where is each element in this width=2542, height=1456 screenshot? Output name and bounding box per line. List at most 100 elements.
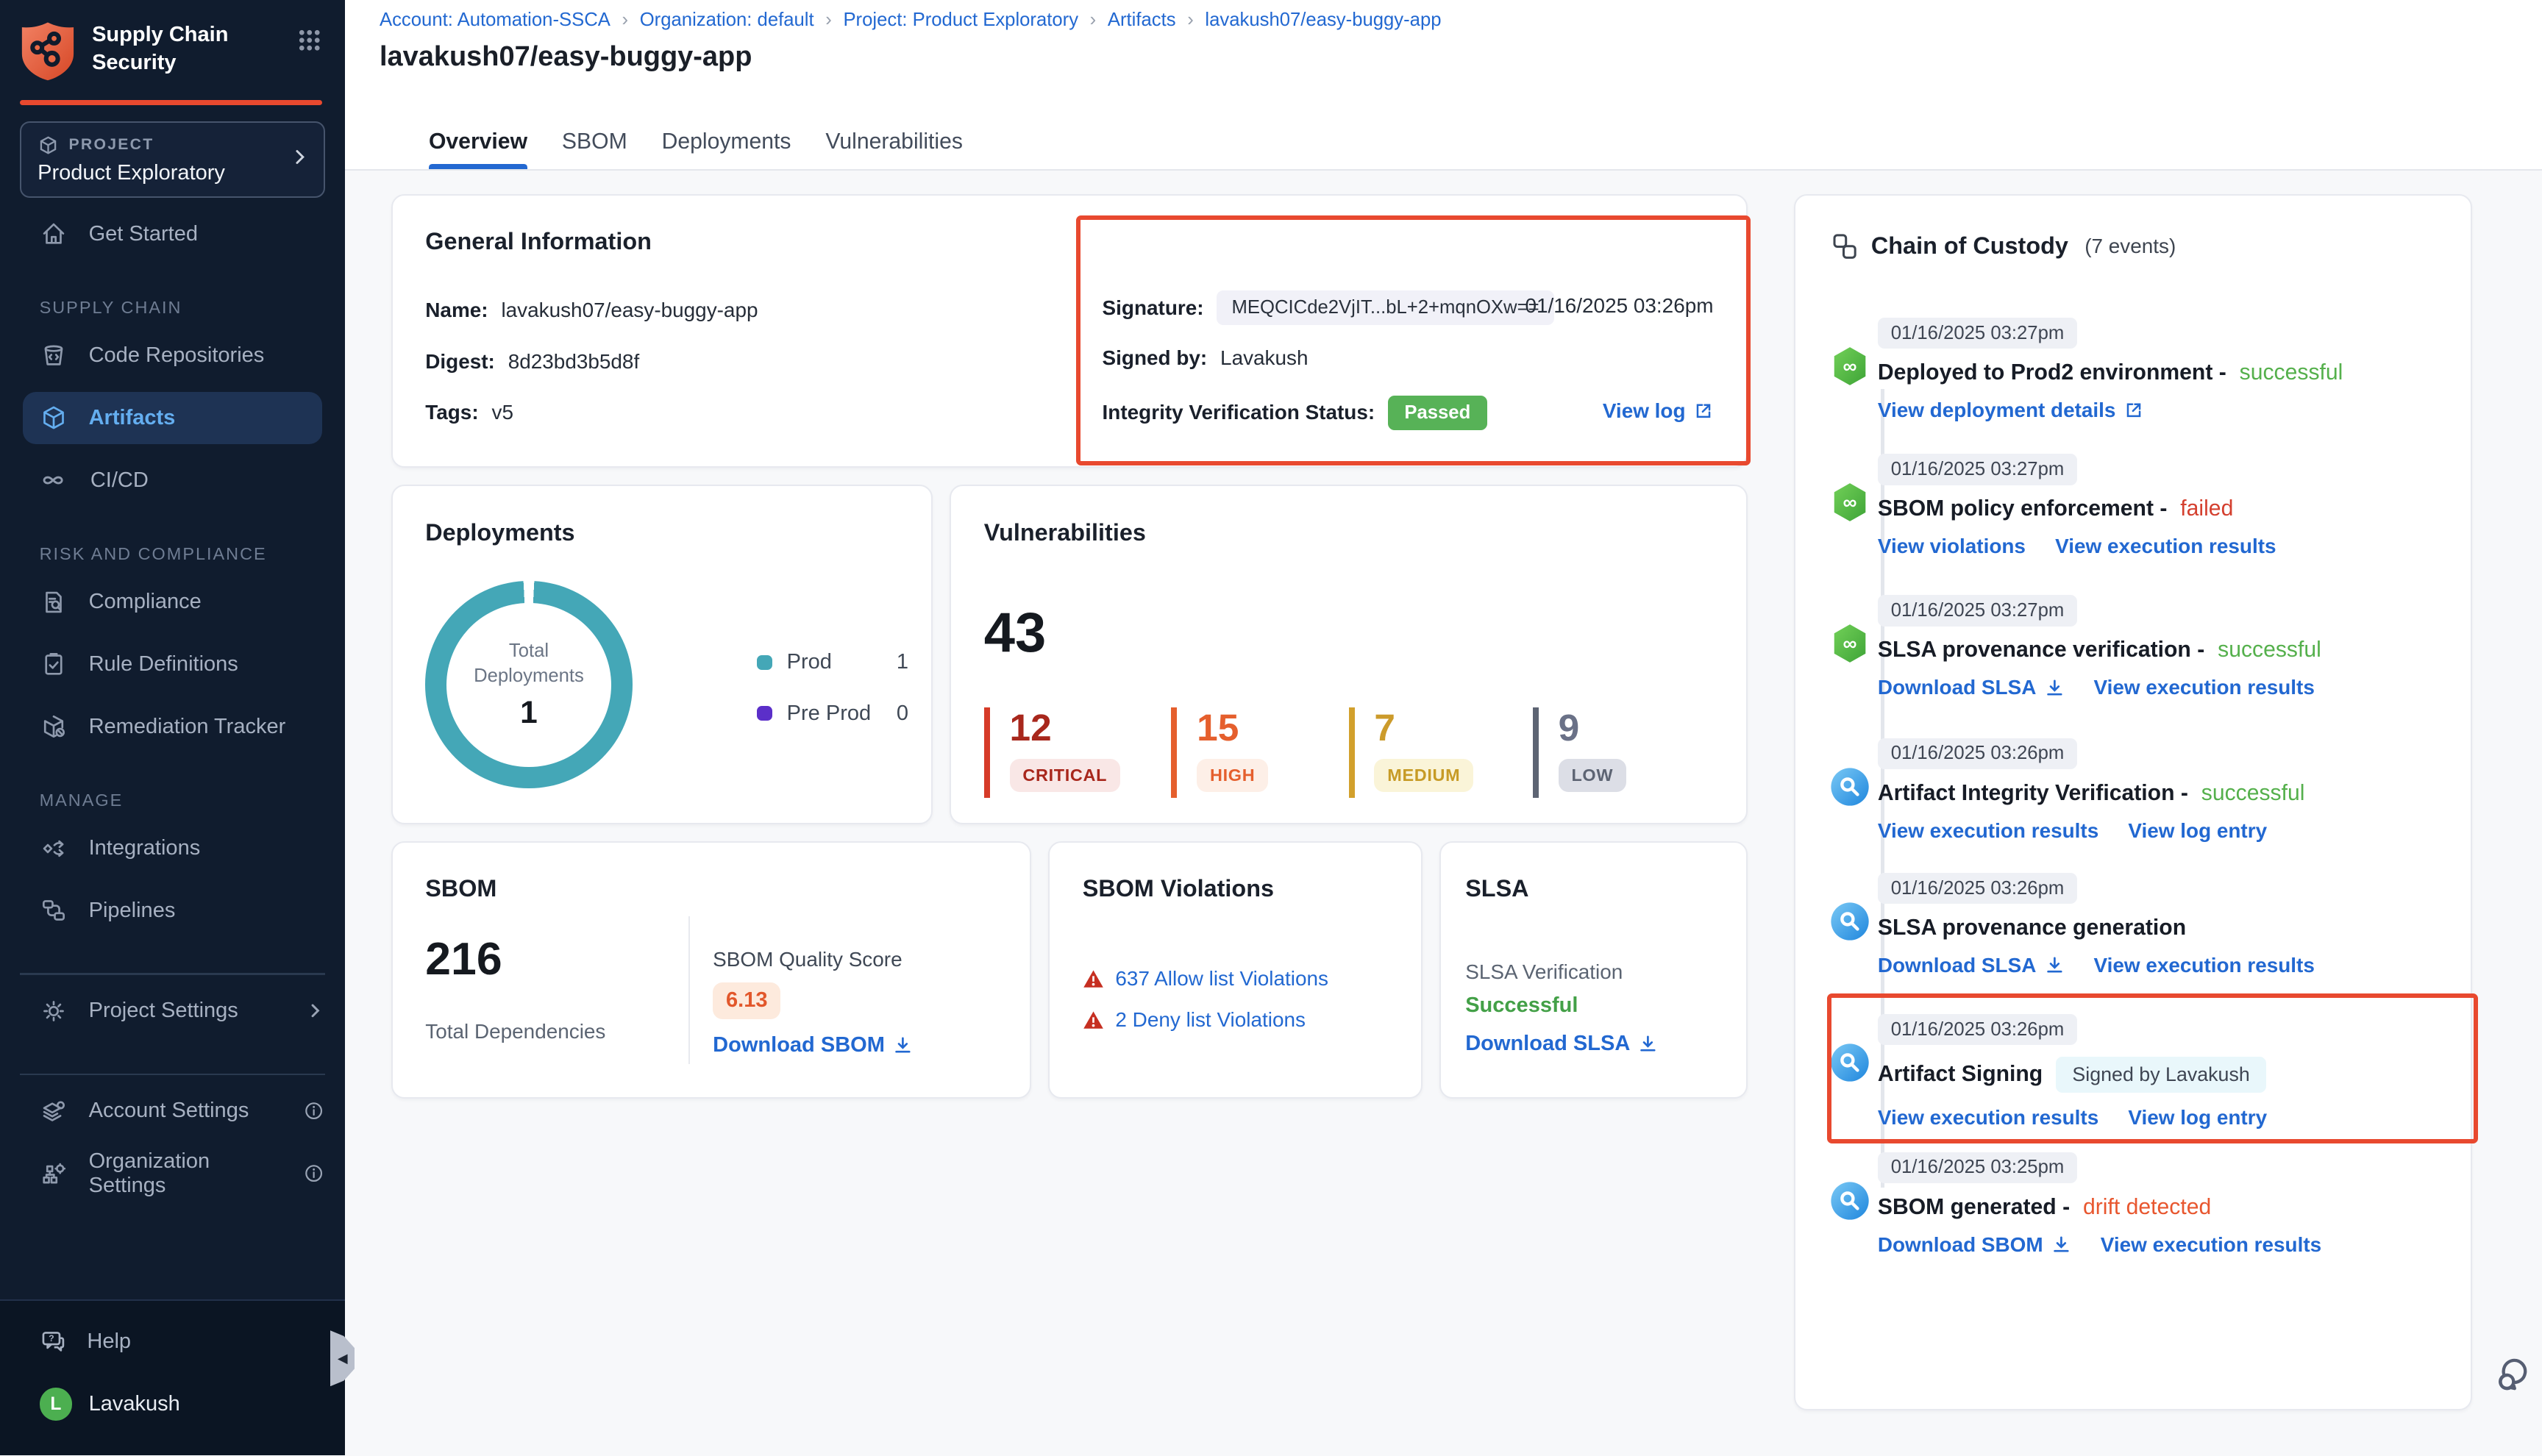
card-title: Deployments — [425, 519, 574, 546]
sidebar-item-label: Organization Settings — [89, 1149, 281, 1198]
event-title-row: Artifact Integrity Verification -success… — [1878, 781, 2448, 806]
breadcrumb-link[interactable]: Artifacts — [1108, 10, 1176, 31]
event-link[interactable]: View execution results — [1878, 1106, 2098, 1130]
sidebar-item-rule-definitions[interactable]: Rule Definitions — [0, 638, 345, 690]
view-log-link[interactable]: View log — [1603, 399, 1714, 423]
severity-badge: CRITICAL — [1010, 759, 1120, 792]
scan-circle-icon — [1829, 766, 1871, 808]
event-link[interactable]: View execution results — [2055, 535, 2276, 558]
tab-bar: Overview SBOM Deployments Vulnerabilities — [345, 105, 2541, 171]
event-title-row: Artifact SigningSigned by Lavakush — [1878, 1057, 2448, 1093]
event-link[interactable]: Download SLSA — [1878, 676, 2064, 699]
breadcrumb-link[interactable]: Organization: default — [640, 10, 814, 31]
sidebar-item-cicd[interactable]: CI/CD — [0, 454, 345, 507]
project-selector[interactable]: PROJECT Product Exploratory — [20, 121, 325, 198]
severity-low: 9LOW — [1533, 707, 1626, 798]
sidebar-item-organization-settings[interactable]: Organization Settings — [0, 1147, 345, 1199]
event-link[interactable]: View violations — [1878, 535, 2026, 558]
download-icon — [2045, 678, 2065, 698]
severity-critical: 12CRITICAL — [984, 707, 1120, 798]
event-link[interactable]: View execution results — [2101, 1233, 2321, 1257]
sidebar-item-integrations[interactable]: Integrations — [0, 822, 345, 874]
breadcrumb-link[interactable]: Project: Product Exploratory — [843, 10, 1078, 31]
severity-high: 15HIGH — [1171, 707, 1268, 798]
name-label: Name: — [425, 299, 488, 322]
sidebar-divider — [20, 973, 325, 974]
user-menu[interactable]: L Lavakush — [0, 1380, 345, 1429]
page-title: lavakush07/easy-buggy-app — [380, 41, 752, 73]
event-link[interactable]: View execution results — [1878, 819, 2098, 843]
help-icon: ? — [40, 1328, 68, 1356]
brand-accent-rule — [20, 100, 322, 105]
event-status: successful — [2240, 360, 2343, 385]
events-count: (7 events) — [2084, 235, 2176, 258]
sidebar-item-artifacts[interactable]: Artifacts — [23, 392, 322, 444]
event-timestamp: 01/16/2025 03:25pm — [1878, 1152, 2077, 1183]
event-5: 01/16/2025 03:26pmSLSA provenance genera… — [1829, 871, 2448, 977]
signed-by-value: Lavakush — [1220, 346, 1308, 370]
sidebar-item-remediation-tracker[interactable]: Remediation Tracker — [0, 701, 345, 753]
project-label: PROJECT — [69, 136, 154, 154]
sidebar-item-account-settings[interactable]: Account Settings — [0, 1085, 345, 1137]
event-status: drift detected — [2083, 1195, 2211, 1220]
event-2: ∞01/16/2025 03:27pmSBOM policy enforceme… — [1829, 452, 2448, 558]
tab-sbom[interactable]: SBOM — [562, 129, 627, 169]
sidebar-item-pipelines[interactable]: Pipelines — [0, 885, 345, 937]
signature-label: Signature: — [1103, 296, 1204, 320]
sidebar-item-label: CI/CD — [90, 468, 149, 493]
event-link[interactable]: View log entry — [2128, 1106, 2267, 1130]
sidebar-item-help[interactable]: ? Help — [0, 1317, 345, 1366]
event-link[interactable]: View execution results — [2094, 954, 2315, 977]
event-links: View violations View execution results — [1878, 535, 2448, 558]
severity-badge: HIGH — [1197, 759, 1268, 792]
violation-item: 637 Allow list Violations — [1083, 967, 1328, 991]
apps-grid-icon[interactable] — [297, 28, 322, 53]
download-slsa-link[interactable]: Download SLSA — [1465, 1032, 1658, 1056]
violation-item: 2 Deny list Violations — [1083, 1008, 1306, 1032]
download-icon — [893, 1035, 913, 1055]
violation-link[interactable]: 2 Deny list Violations — [1115, 1008, 1306, 1032]
sidebar-item-label: Code Repositories — [89, 343, 265, 368]
sbom-total-label: Total Dependencies — [425, 1020, 605, 1043]
download-icon — [2051, 1235, 2071, 1255]
sidebar-item-label: Rule Definitions — [89, 652, 238, 677]
violation-link[interactable]: 637 Allow list Violations — [1115, 967, 1328, 991]
sidebar-footer: ? Help L Lavakush — [0, 1299, 345, 1455]
external-icon — [2124, 400, 2144, 420]
info-icon — [302, 1099, 325, 1122]
download-sbom-link[interactable]: Download SBOM — [713, 1033, 913, 1057]
breadcrumb-link[interactable]: Account: Automation-SSCA — [380, 10, 610, 31]
chat-support-icon[interactable] — [2494, 1352, 2538, 1396]
scan-circle-icon — [1829, 1180, 1871, 1222]
breadcrumb-link[interactable]: lavakush07/easy-buggy-app — [1205, 10, 1441, 31]
deployments-card: Deployments Total Deployments 1 Prod1Pre… — [391, 485, 933, 824]
ci-hexagon-icon: ∞ — [1829, 345, 1871, 388]
sidebar-item-compliance[interactable]: Compliance — [0, 576, 345, 628]
signature-timestamp: 01/16/2025 03:26pm — [1525, 294, 1713, 318]
integrity-label: Integrity Verification Status: — [1103, 401, 1375, 424]
warning-triangle-icon — [1083, 1010, 1104, 1031]
event-link[interactable]: Download SBOM — [1878, 1233, 2071, 1257]
tab-overview[interactable]: Overview — [429, 129, 527, 169]
divider — [688, 916, 690, 1064]
tab-vulnerabilities[interactable]: Vulnerabilities — [825, 129, 963, 169]
nav-section-label: SUPPLY CHAIN — [0, 296, 345, 319]
tab-deployments[interactable]: Deployments — [662, 129, 791, 169]
event-link[interactable]: View log entry — [2128, 819, 2267, 843]
slsa-verification-status: Successful — [1465, 993, 1578, 1018]
project-name: Product Exploratory — [38, 161, 307, 185]
total-deployments-value: 1 — [520, 695, 538, 730]
event-title: Artifact Signing — [1878, 1062, 2043, 1087]
infinity-icon — [40, 465, 69, 495]
card-title: General Information — [425, 228, 652, 255]
info-icon — [302, 1162, 325, 1185]
event-link[interactable]: View execution results — [2094, 676, 2315, 699]
sidebar-item-get-started[interactable]: Get Started — [0, 208, 345, 260]
event-link[interactable]: View deployment details — [1878, 399, 2144, 422]
event-timestamp: 01/16/2025 03:27pm — [1878, 595, 2077, 626]
sidebar-item-code-repositories[interactable]: Code Repositories — [0, 329, 345, 382]
download-icon — [2045, 955, 2065, 975]
sidebar-item-project-settings[interactable]: Project Settings — [0, 985, 345, 1037]
svg-text:∞: ∞ — [1843, 633, 1856, 655]
event-link[interactable]: Download SLSA — [1878, 954, 2064, 977]
